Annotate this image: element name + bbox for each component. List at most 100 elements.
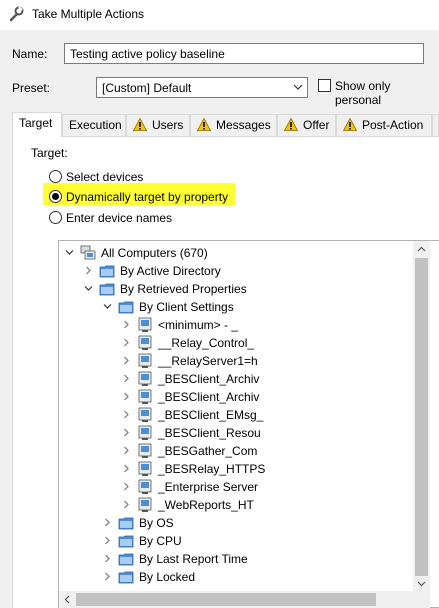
- chevron-right-icon: [105, 518, 110, 527]
- computer-group-icon: [138, 443, 152, 458]
- target-heading: Target:: [31, 146, 68, 160]
- tab-offer-label: Offer: [303, 118, 330, 132]
- tree-node-setting[interactable]: __Relay_Control_: [59, 334, 419, 352]
- tree-node-setting[interactable]: _BESClient_Resou: [59, 424, 419, 442]
- preset-dropdown[interactable]: [Custom] Default: [96, 77, 308, 98]
- chevron-right-icon: [124, 374, 129, 383]
- tree-node-all-computers[interactable]: All Computers (670): [59, 244, 419, 262]
- chevron-down-icon: [84, 286, 93, 291]
- chevron-right-icon: [124, 500, 129, 509]
- tree-node-label: _Enterprise Server: [158, 480, 259, 494]
- computers-icon: [80, 245, 96, 260]
- warning-icon: [284, 118, 298, 131]
- scroll-up-icon[interactable]: [417, 245, 426, 254]
- folder-icon: [118, 571, 134, 584]
- tree-node-label: _WebReports_HT: [158, 498, 254, 512]
- scroll-down-icon[interactable]: [417, 579, 426, 588]
- radio-select-devices-label: Select devices: [66, 170, 144, 184]
- title-bar: Take Multiple Actions: [0, 0, 439, 30]
- chevron-right-icon: [124, 482, 129, 491]
- tab-target[interactable]: Target: [12, 112, 62, 137]
- radio-enter-device-names[interactable]: [49, 211, 62, 224]
- computer-group-icon: [138, 425, 152, 440]
- radio-dynamic-target-label: Dynamically target by property: [66, 190, 229, 204]
- tab-overflow[interactable]: [432, 114, 439, 136]
- wrench-icon: [9, 6, 24, 22]
- computer-group-icon: [138, 461, 152, 476]
- scrollbar-corner: [413, 591, 430, 608]
- name-field[interactable]: Testing active policy baseline: [64, 43, 424, 64]
- folder-icon: [118, 517, 134, 530]
- radio-select-devices[interactable]: [49, 170, 62, 183]
- tree-node-label: By Locked: [139, 570, 196, 584]
- computer-group-icon: [138, 389, 152, 404]
- horizontal-scrollbar[interactable]: [59, 591, 413, 608]
- tab-execution-label: Execution: [69, 118, 122, 132]
- name-label: Name:: [12, 47, 48, 61]
- chevron-right-icon: [124, 410, 129, 419]
- tab-execution[interactable]: Execution: [62, 114, 126, 136]
- radio-enter-device-names-label: Enter device names: [66, 211, 173, 225]
- chevron-right-icon: [124, 428, 129, 437]
- computer-group-icon: [138, 479, 152, 494]
- vertical-scroll-thumb[interactable]: [415, 258, 428, 576]
- chevron-down-icon: [65, 250, 74, 255]
- folder-icon: [99, 265, 115, 278]
- property-tree[interactable]: All Computers (670) By Active Directory …: [58, 240, 439, 608]
- tree-node-setting[interactable]: <minimum> - _: [59, 316, 419, 334]
- tab-strip: Target Execution Users Messages Offer Po…: [12, 112, 439, 137]
- warning-icon: [343, 118, 357, 131]
- folder-icon: [118, 553, 134, 566]
- tree-node-setting[interactable]: _BESGather_Com: [59, 442, 419, 460]
- tree-node-setting[interactable]: _BESRelay_HTTPS: [59, 460, 419, 478]
- tree-node-label: By Last Report Time: [139, 552, 248, 566]
- tree-node-by-client-settings[interactable]: By Client Settings: [59, 298, 419, 316]
- folder-icon: [118, 535, 134, 548]
- tree-node-by-active-directory[interactable]: By Active Directory: [59, 262, 419, 280]
- tree-node-label: _BESClient_Archiv: [158, 372, 260, 386]
- tree-node-by-cpu[interactable]: By CPU: [59, 532, 419, 550]
- chevron-right-icon: [105, 572, 110, 581]
- chevron-right-icon: [105, 554, 110, 563]
- tree-node-setting[interactable]: _BESClient_Archiv: [59, 388, 419, 406]
- tree-node-setting[interactable]: _BESClient_EMsg_: [59, 406, 419, 424]
- tab-target-label: Target: [19, 116, 53, 130]
- tab-users[interactable]: Users: [126, 114, 190, 136]
- tree-node-by-retrieved-properties[interactable]: By Retrieved Properties: [59, 280, 419, 298]
- tree-node-setting[interactable]: _Enterprise Server: [59, 478, 419, 496]
- chevron-right-icon: [124, 338, 129, 347]
- tree-node-label: _BESClient_Archiv: [158, 390, 260, 404]
- horizontal-scroll-thumb[interactable]: [76, 593, 376, 606]
- tab-messages[interactable]: Messages: [190, 114, 277, 136]
- tree-node-label: _BESRelay_HTTPS: [158, 462, 266, 476]
- tab-users-label: Users: [152, 118, 184, 132]
- preset-value: [Custom] Default: [102, 81, 192, 95]
- tree-node-label: _BESClient_EMsg_: [158, 408, 264, 422]
- folder-icon: [99, 283, 115, 296]
- show-only-personal-checkbox[interactable]: [318, 79, 331, 92]
- tab-offer[interactable]: Offer: [277, 114, 336, 136]
- tree-node-by-last-report-time[interactable]: By Last Report Time: [59, 550, 419, 568]
- scroll-left-icon[interactable]: [63, 595, 72, 604]
- tree-node-label: All Computers (670): [101, 246, 208, 260]
- tree-node-label: By Retrieved Properties: [120, 282, 247, 296]
- radio-dynamic-target[interactable]: [49, 190, 62, 203]
- computer-group-icon: [138, 497, 152, 512]
- tree-node-label: By Client Settings: [139, 300, 234, 314]
- chevron-right-icon: [86, 266, 91, 275]
- tree-node-by-os[interactable]: By OS: [59, 514, 419, 532]
- tree-node-label: _BESClient_Resou: [158, 426, 261, 440]
- chevron-right-icon: [124, 464, 129, 473]
- chevron-right-icon: [124, 320, 129, 329]
- chevron-right-icon: [124, 392, 129, 401]
- warning-icon: [197, 118, 211, 131]
- tab-post-action[interactable]: Post-Action: [336, 114, 432, 136]
- tree-node-setting[interactable]: __RelayServer1=h: [59, 352, 419, 370]
- tree-node-setting[interactable]: _BESClient_Archiv: [59, 370, 419, 388]
- vertical-scrollbar[interactable]: [413, 241, 430, 592]
- tree-node-setting[interactable]: _WebReports_HT: [59, 496, 419, 514]
- tree-node-by-locked[interactable]: By Locked: [59, 568, 419, 586]
- chevron-right-icon: [124, 446, 129, 455]
- name-value: Testing active policy baseline: [70, 47, 225, 61]
- tree-node-label: By CPU: [139, 534, 182, 548]
